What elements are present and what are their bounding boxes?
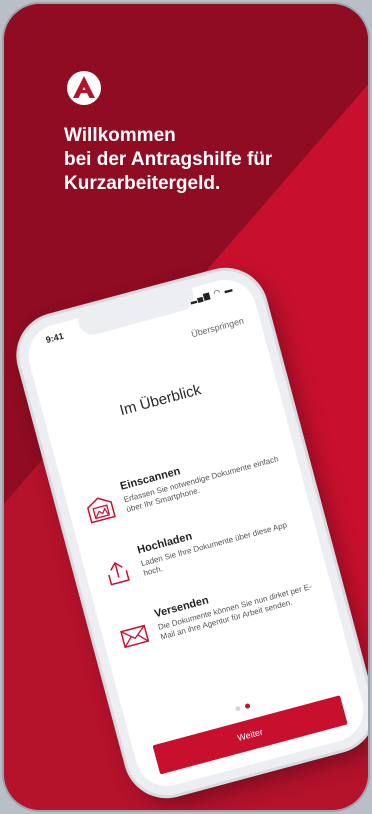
agentur-logo-icon [67, 71, 101, 105]
scan-icon [87, 497, 116, 524]
wifi-icon: ◠ [212, 287, 223, 299]
app-store-screenshot-card: Willkommen bei der Antragshilfe für Kurz… [4, 4, 368, 810]
welcome-headline: Willkommen bei der Antragshilfe für Kurz… [64, 124, 344, 196]
status-time: 9:41 [44, 330, 65, 346]
page-dot-1[interactable] [234, 705, 241, 712]
skip-link[interactable]: Überspringen [190, 316, 245, 340]
page-indicator [234, 702, 251, 712]
mail-icon [120, 624, 150, 649]
status-icons: ▂▄▆ ◠ ▬ [189, 284, 234, 304]
upload-icon [108, 561, 130, 586]
battery-icon: ▬ [223, 284, 235, 296]
headline-line-2: bei der Antragshilfe für [64, 149, 273, 170]
page-dot-2-active[interactable] [244, 702, 251, 710]
headline-line-1: Willkommen [64, 125, 176, 146]
headline-line-3: Kurzarbeitergeld. [64, 173, 221, 194]
overview-title: Im Überblick [117, 381, 203, 420]
